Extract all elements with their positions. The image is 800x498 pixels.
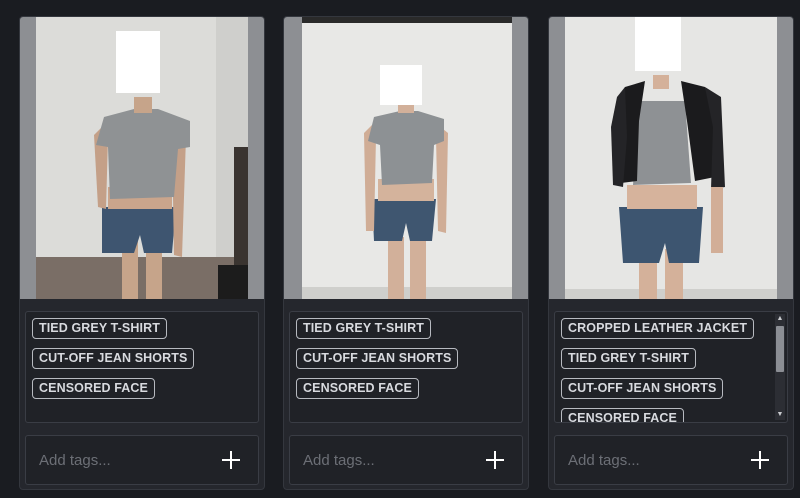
- tag-chip[interactable]: TIED GREY T-SHIRT: [561, 348, 696, 369]
- tag-chip[interactable]: CROPPED LEATHER JACKET: [561, 318, 755, 339]
- add-tags-box: [554, 435, 788, 485]
- tag-list: TIED GREY T-SHIRT CUT-OFF JEAN SHORTS CE…: [32, 318, 254, 408]
- tag-list: CROPPED LEATHER JACKET TIED GREY T-SHIRT…: [561, 318, 783, 422]
- plus-icon[interactable]: [484, 449, 506, 471]
- tag-chip[interactable]: CENSORED FACE: [32, 378, 155, 399]
- tag-list-scrollbar[interactable]: ▲ ▼: [775, 314, 785, 420]
- add-tags-box: [289, 435, 523, 485]
- outfit-photo[interactable]: [302, 17, 512, 299]
- plus-icon[interactable]: [220, 449, 242, 471]
- scroll-down-arrow-icon[interactable]: ▼: [775, 410, 785, 420]
- scroll-thumb[interactable]: [776, 326, 784, 372]
- photo-frame: [549, 17, 793, 299]
- scroll-up-arrow-icon[interactable]: ▲: [775, 314, 785, 324]
- plus-icon[interactable]: [749, 449, 771, 471]
- tag-list: TIED GREY T-SHIRT CUT-OFF JEAN SHORTS CE…: [296, 318, 518, 408]
- image-card-3: CROPPED LEATHER JACKET TIED GREY T-SHIRT…: [548, 16, 794, 490]
- tag-chip[interactable]: CENSORED FACE: [296, 378, 419, 399]
- tag-list-box: CROPPED LEATHER JACKET TIED GREY T-SHIRT…: [554, 311, 788, 423]
- tag-list-box: TIED GREY T-SHIRT CUT-OFF JEAN SHORTS CE…: [25, 311, 259, 423]
- outfit-photo[interactable]: [565, 17, 777, 299]
- tag-chip[interactable]: CUT-OFF JEAN SHORTS: [32, 348, 195, 369]
- photo-frame: [20, 17, 264, 299]
- add-tags-box: [25, 435, 259, 485]
- image-card-1: TIED GREY T-SHIRT CUT-OFF JEAN SHORTS CE…: [19, 16, 265, 490]
- add-tags-input[interactable]: [290, 436, 470, 484]
- photo-frame: [284, 17, 528, 299]
- tag-chip[interactable]: TIED GREY T-SHIRT: [32, 318, 167, 339]
- add-tags-input[interactable]: [26, 436, 206, 484]
- add-tags-input[interactable]: [555, 436, 735, 484]
- outfit-photo[interactable]: [36, 17, 248, 299]
- image-card-2: TIED GREY T-SHIRT CUT-OFF JEAN SHORTS CE…: [283, 16, 529, 490]
- tag-chip[interactable]: CUT-OFF JEAN SHORTS: [296, 348, 459, 369]
- tag-list-box: TIED GREY T-SHIRT CUT-OFF JEAN SHORTS CE…: [289, 311, 523, 423]
- tag-chip[interactable]: CENSORED FACE: [561, 408, 684, 422]
- tag-chip[interactable]: TIED GREY T-SHIRT: [296, 318, 431, 339]
- tag-chip[interactable]: CUT-OFF JEAN SHORTS: [561, 378, 724, 399]
